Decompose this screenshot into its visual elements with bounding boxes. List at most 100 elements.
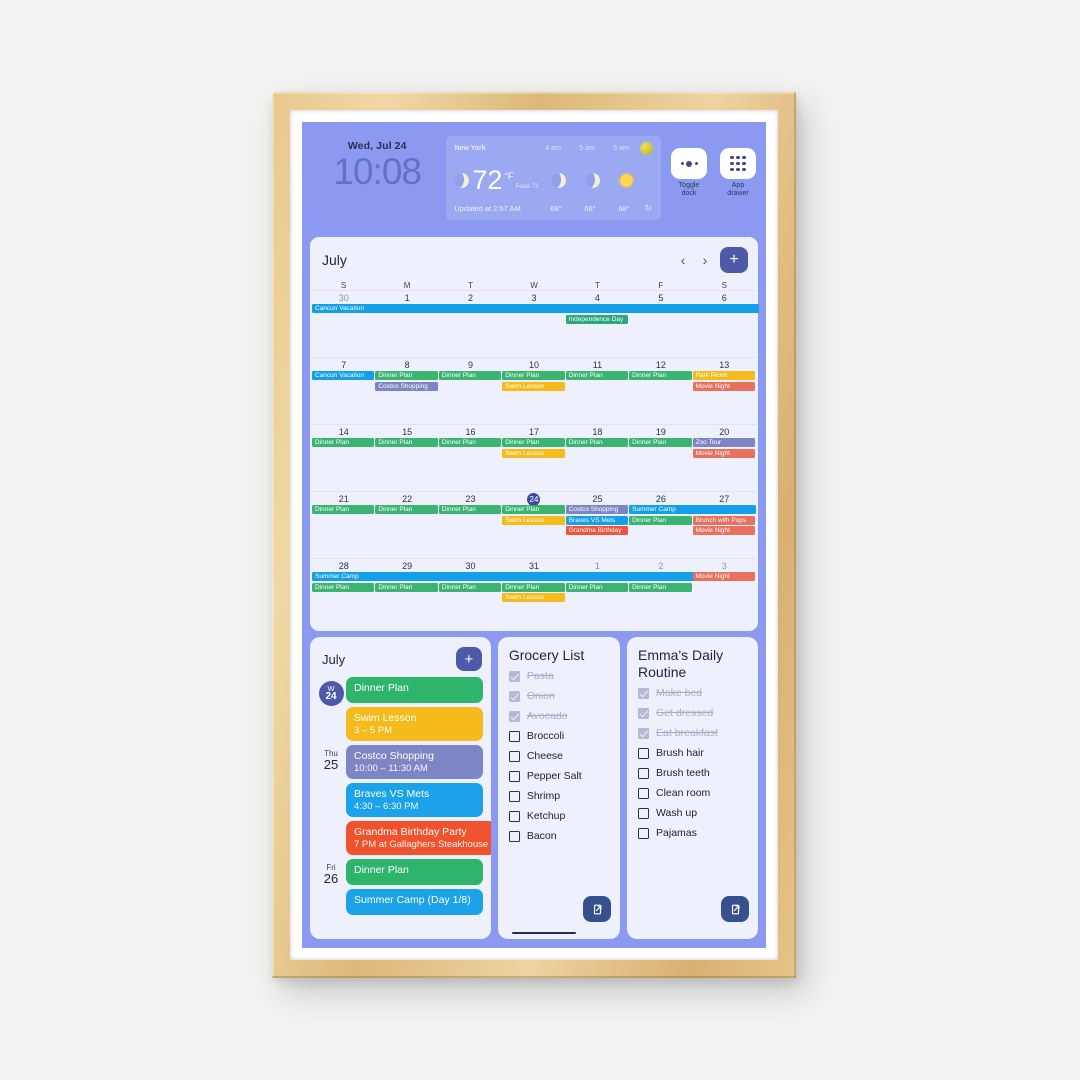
grocery-list-item[interactable]: Avocado [498,706,620,726]
checkbox-icon[interactable] [508,770,520,782]
grocery-list-item[interactable]: Shrimp [498,786,620,806]
calendar-event[interactable]: Dinner Plan [438,582,502,592]
calendar-event[interactable]: Park Picnic [692,371,756,380]
calendar-day-cell[interactable]: 12 [629,357,693,424]
grocery-list-item[interactable]: Pepper Salt [498,766,620,786]
calendar-event[interactable]: Dinner Plan [312,582,375,592]
routine-open-button[interactable] [721,896,749,922]
calendar-day-cell[interactable]: 9 [438,357,503,424]
calendar-event[interactable]: Dinner Plan [629,582,692,592]
calendar-day-cell[interactable]: 17 [502,424,566,491]
agenda-event[interactable]: Dinner Plan [346,859,483,885]
calendar-day-cell[interactable]: 24 [502,491,566,558]
routine-list-item[interactable]: Brush hair [627,743,758,763]
calendar-day-cell[interactable]: 3 [692,558,756,625]
calendar-event[interactable]: Dinner Plan [375,438,438,447]
calendar-day-cell[interactable]: 10 [502,357,566,424]
routine-list-item[interactable]: Get dressed [627,703,758,723]
calendar-event[interactable]: Dinner Plan [502,371,565,380]
calendar-event[interactable]: Dinner Plan [502,505,565,514]
calendar-event[interactable]: Summer Camp [629,505,756,514]
weather-widget[interactable]: New York 4 am 5 am 6 am 72 °F Feels 72 U… [446,136,661,220]
routine-list-item[interactable]: Brush teeth [627,763,758,783]
checkbox-icon[interactable] [638,747,650,759]
calendar-day-cell[interactable]: 2 [629,558,693,625]
calendar-event[interactable]: Summer Camp [312,572,695,581]
calendar-event[interactable]: Dinner Plan [375,371,438,380]
routine-list-item[interactable]: Clean room [627,783,758,803]
checkbox-checked-icon[interactable] [638,687,650,699]
agenda-add-event-button[interactable]: + [455,647,482,671]
calendar-event[interactable]: Swim Lesson [502,381,565,391]
checkbox-checked-icon[interactable] [638,707,650,719]
calendar-day-cell[interactable]: 20 [692,424,756,491]
checkbox-checked-icon[interactable] [508,670,520,682]
calendar-day-cell[interactable]: 8 [375,357,439,424]
calendar-event[interactable]: Cancun Vacation [312,304,759,313]
calendar-event[interactable]: Dinner Plan [375,582,438,592]
routine-list-item[interactable]: Wash up [627,803,758,823]
calendar-day-cell[interactable]: 15 [375,424,439,491]
checkbox-icon[interactable] [638,807,650,819]
calendar-day-cell[interactable]: 26 [629,491,693,558]
calendar-day-cell[interactable]: 21 [312,491,376,558]
calendar-event[interactable]: Dinner Plan [375,505,438,514]
calendar-event[interactable]: Cancun Vacation [312,371,375,380]
checkbox-checked-icon[interactable] [508,690,520,702]
checkbox-checked-icon[interactable] [638,727,650,739]
calendar-add-event-button[interactable]: + [720,247,748,273]
calendar-event[interactable]: Dinner Plan [438,371,502,380]
agenda-event[interactable]: Grandma Birthday Party 7 PM at Gallaghers… [346,821,491,855]
calendar-event[interactable]: Grandma Birthday [565,526,629,535]
calendar-event[interactable]: Independence Day [565,314,629,324]
checkbox-icon[interactable] [508,730,520,742]
routine-list-item[interactable]: Pajamas [627,823,758,843]
routine-list-item[interactable]: Eat breakfast [627,723,758,743]
agenda-event[interactable]: Braves VS Mets 4:30 – 6:30 PM [346,783,483,817]
calendar-event[interactable]: Dinner Plan [565,582,629,592]
calendar-day-cell[interactable]: 14 [312,424,376,491]
checkbox-icon[interactable] [508,830,520,842]
grocery-list-item[interactable]: Pasta [498,666,620,686]
checkbox-icon[interactable] [508,810,520,822]
calendar-event[interactable]: Movie Night [692,572,756,581]
calendar-event[interactable]: Dinner Plan [502,438,565,447]
grocery-open-button[interactable] [583,896,612,922]
checkbox-icon[interactable] [508,790,520,802]
calendar-day-cell[interactable]: 16 [438,424,503,491]
calendar-day-cell[interactable]: 22 [375,491,439,558]
calendar-event[interactable]: Costco Shopping [565,505,629,514]
calendar-day-cell[interactable]: 2 [438,290,503,357]
calendar-event[interactable]: Dinner Plan [629,515,692,525]
toggle-dock-button[interactable]: Toggle dock [669,148,709,198]
calendar-event[interactable]: Brunch with Pops [692,515,756,525]
calendar-day-cell[interactable]: 13 [692,357,756,424]
calendar-day-cell[interactable]: 1 [375,290,439,357]
grocery-list-item[interactable]: Cheese [498,746,620,766]
checkbox-icon[interactable] [638,787,650,799]
calendar-event[interactable]: Movie Night [692,448,756,458]
calendar-event[interactable]: Dinner Plan [312,505,375,514]
agenda-event[interactable]: Swim Lesson 3 – 5 PM [346,707,483,741]
calendar-day-cell[interactable]: 28 [312,558,376,625]
calendar-day-cell[interactable]: 7 [312,357,376,424]
calendar-event[interactable]: Braves VS Mets [565,515,629,525]
calendar-day-cell[interactable]: 29 [375,558,439,625]
calendar-day-cell[interactable]: 11 [565,357,630,424]
calendar-event[interactable]: Zoo Tour [692,438,756,447]
calendar-day-cell[interactable]: 19 [629,424,693,491]
checkbox-icon[interactable] [638,827,650,839]
calendar-day-cell[interactable]: 31 [502,558,566,625]
calendar-event[interactable]: Dinner Plan [629,438,692,447]
grocery-list-item[interactable]: Onion [498,686,620,706]
calendar-day-cell[interactable]: 23 [438,491,503,558]
refresh-icon[interactable]: ↻ [643,203,653,214]
calendar-day-cell[interactable]: 30 [312,290,376,357]
calendar-day-cell[interactable]: 1 [565,558,630,625]
calendar-event[interactable]: Swim Lesson [502,448,565,458]
agenda-event[interactable]: Costco Shopping 10:00 – 11:30 AM [346,745,483,779]
checkbox-icon[interactable] [508,750,520,762]
calendar-day-cell[interactable]: 27 [692,491,756,558]
clock-widget[interactable]: Wed, Jul 24 10:08 [310,136,444,190]
calendar-event[interactable]: Dinner Plan [502,582,565,592]
